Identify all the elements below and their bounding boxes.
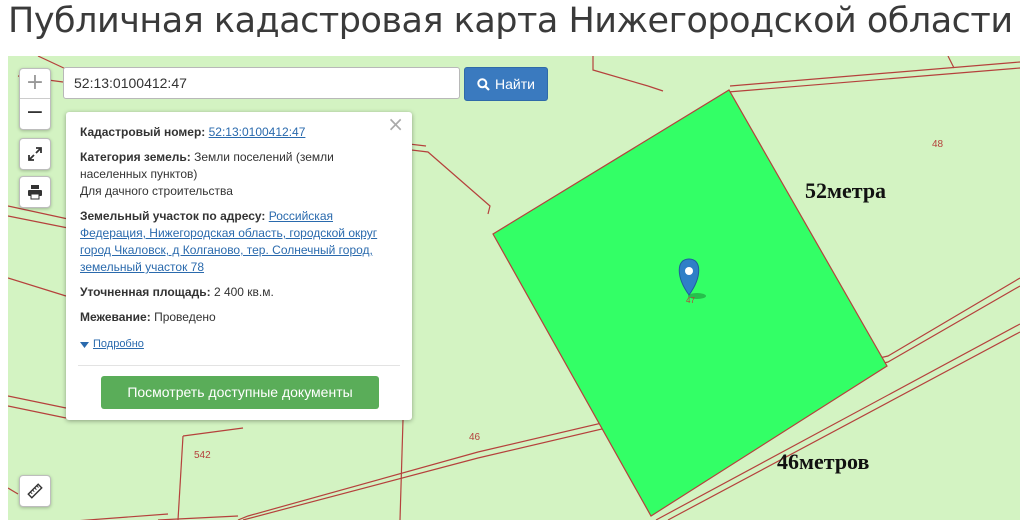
- area-value: 2 400 кв.м.: [213, 285, 274, 299]
- cadastral-number-row: Кадастровый номер: 52:13:0100412:47: [80, 124, 398, 141]
- zoom-out-button[interactable]: −: [20, 99, 50, 129]
- printer-icon: [28, 185, 42, 200]
- print-button[interactable]: [19, 176, 51, 208]
- search-button[interactable]: Найти: [464, 67, 548, 101]
- survey-row: Межевание: Проведено: [80, 309, 398, 326]
- address-label: Земельный участок по адресу:: [80, 209, 266, 223]
- map-canvas[interactable]: 48 46 542 47 52метра 46метров + − 52:13:…: [8, 56, 1020, 520]
- details-link[interactable]: Подробно: [93, 336, 144, 353]
- parcel-label-47: 47: [686, 296, 695, 305]
- land-category-label: Категория земель:: [80, 150, 191, 164]
- parcel-label-46: 46: [469, 432, 481, 443]
- zoom-in-button[interactable]: +: [20, 69, 50, 99]
- parcel-label-542: 542: [194, 450, 211, 461]
- measure-button[interactable]: [19, 475, 51, 507]
- cadastral-number-label: Кадастровый номер:: [80, 125, 206, 139]
- details-toggle[interactable]: Подробно: [80, 336, 398, 353]
- caret-down-icon: [80, 341, 89, 348]
- annotation-bottom-side: 46метров: [777, 449, 870, 474]
- cadastral-number-link[interactable]: 52:13:0100412:47: [209, 125, 306, 139]
- area-label: Уточненная площадь:: [80, 285, 211, 299]
- parcel-info-popup: × Кадастровый номер: 52:13:0100412:47 Ка…: [66, 112, 412, 420]
- search-input[interactable]: [63, 67, 460, 99]
- survey-label: Межевание:: [80, 310, 151, 324]
- annotation-top-side: 52метра: [805, 178, 887, 203]
- survey-value: Проведено: [154, 310, 216, 324]
- page-title: Публичная кадастровая карта Нижегородско…: [8, 1, 1013, 41]
- view-documents-button[interactable]: Посмотреть доступные документы: [101, 376, 379, 409]
- address-row: Земельный участок по адресу: Российская …: [80, 208, 398, 276]
- search-button-label: Найти: [495, 76, 535, 92]
- fullscreen-button[interactable]: [19, 138, 51, 170]
- land-category-row: Категория земель: Земли поселений (земли…: [80, 149, 398, 200]
- zoom-control: + −: [19, 68, 51, 130]
- parcel-label-48: 48: [932, 139, 944, 150]
- popup-divider: [78, 365, 400, 366]
- land-use-value: Для дачного строительства: [80, 184, 233, 198]
- area-row: Уточненная площадь: 2 400 кв.м.: [80, 284, 398, 301]
- ruler-icon: [27, 483, 43, 499]
- expand-icon: [28, 147, 42, 161]
- close-icon[interactable]: ×: [387, 114, 404, 134]
- search-icon: [477, 77, 490, 91]
